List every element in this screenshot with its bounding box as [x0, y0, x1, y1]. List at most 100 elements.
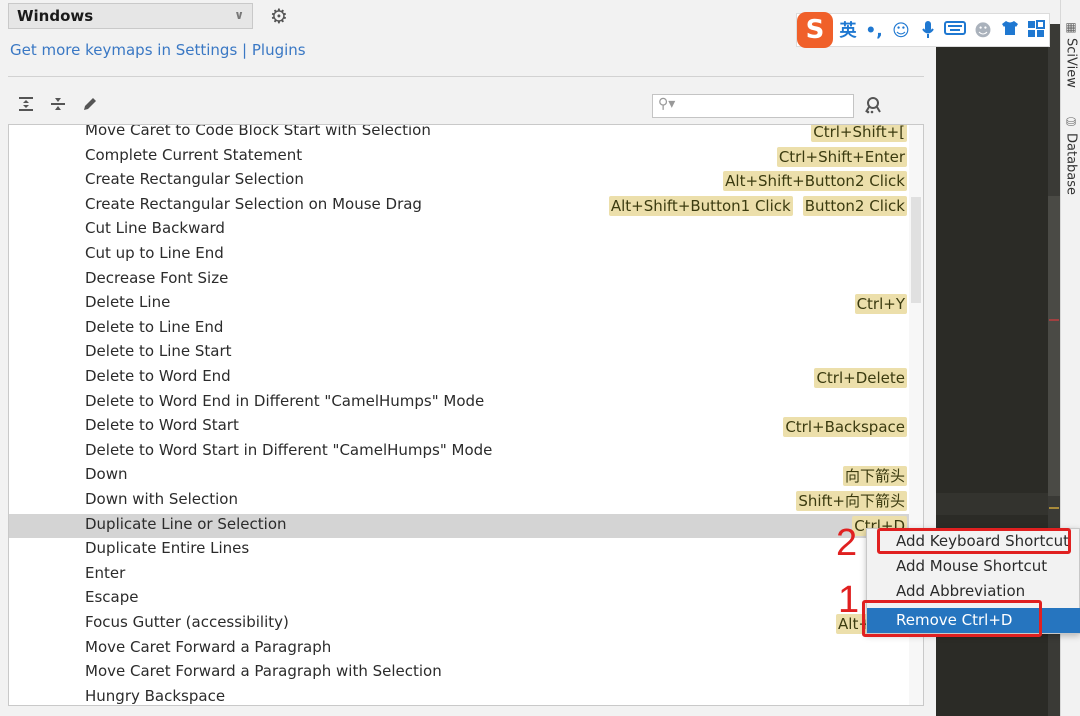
skin-icon[interactable] — [999, 20, 1021, 42]
action-name: Enter — [85, 563, 126, 582]
emoji-icon[interactable]: ☺ — [889, 20, 913, 42]
annotation-box-1 — [862, 600, 1042, 637]
action-row[interactable]: Down 向下箭头 — [9, 464, 909, 489]
action-row[interactable]: Move Caret to Code Block Start with Sele… — [9, 124, 909, 145]
collapse-all-icon[interactable] — [48, 95, 68, 115]
action-row[interactable]: Move Caret Forward a Paragraph with Sele… — [9, 661, 909, 686]
actions-table: Move Caret to Code Block Start with Sele… — [8, 124, 924, 706]
action-name: Create Rectangular Selection — [85, 170, 304, 189]
action-row[interactable]: Focus Gutter (accessibility)Alt+Shift — [9, 612, 909, 637]
language-toggle[interactable]: 英 — [837, 20, 859, 42]
action-name: Move Caret to Code Block Start with Sele… — [85, 124, 431, 139]
annotation-box-2 — [877, 528, 1071, 554]
shortcut-badge: Button2 Click — [802, 195, 907, 216]
action-shortcuts: Ctrl+Delete — [814, 368, 907, 388]
link-separator: | — [237, 41, 252, 59]
annotation-number-1: 1 — [838, 579, 860, 621]
shortcut-badge: Ctrl+Y — [854, 294, 907, 315]
shortcut-badge: Ctrl+Delete — [814, 368, 907, 388]
gear-icon[interactable]: ⚙ — [268, 5, 290, 27]
pencil-icon[interactable] — [80, 95, 100, 115]
action-name: Delete to Word End in Different "CamelHu… — [85, 391, 485, 410]
action-row[interactable]: Delete to Word Start in Different "Camel… — [9, 440, 909, 465]
action-row[interactable]: Delete Line Ctrl+Y — [9, 292, 909, 317]
settings-link[interactable]: Get more keymaps in Settings — [10, 41, 237, 59]
action-shortcuts: Shift+向下箭头 — [796, 491, 907, 511]
action-name: Delete to Word Start — [85, 416, 239, 435]
get-more-keymaps-link: Get more keymaps in Settings | Plugins — [10, 41, 306, 59]
tool-window-label: Database — [1063, 133, 1079, 196]
action-name: Cut Line Backward — [85, 219, 225, 238]
find-by-shortcut-icon[interactable] — [862, 95, 884, 117]
action-name: Delete to Word End — [85, 367, 231, 385]
tool-window-label: SciView — [1063, 38, 1079, 88]
ime-toolbar: S 英 •, ☺ ☻ — [796, 12, 1050, 48]
shortcut-badge: Ctrl+Shift+[ — [811, 124, 907, 142]
search-icon: ⚲▾ — [658, 96, 676, 112]
action-name: Delete to Line End — [85, 317, 224, 336]
action-shortcuts: Alt+Shift+Button1 Click Button2 Click — [608, 195, 907, 216]
database-icon: ⛁ — [1065, 115, 1077, 129]
action-row[interactable]: Move Caret Forward a Paragraph — [9, 637, 909, 662]
action-row[interactable]: Escape — [9, 587, 909, 612]
keymap-dropdown-value: Windows — [17, 7, 94, 25]
action-name: Complete Current Statement — [85, 145, 303, 164]
action-row[interactable]: Duplicate Entire Lines — [9, 538, 909, 563]
action-name: Focus Gutter (accessibility) — [85, 613, 289, 631]
error-stripe-mark — [1049, 319, 1059, 321]
expand-all-icon[interactable] — [16, 95, 36, 115]
action-row[interactable]: Decrease Font Size — [9, 268, 909, 293]
action-row[interactable]: Down with Selection Shift+向下箭头 — [9, 489, 909, 514]
action-name: Duplicate Line or Selection — [85, 514, 287, 533]
action-name: Delete to Line Start — [85, 342, 232, 361]
action-name: Move Caret Forward a Paragraph with Sele… — [85, 662, 442, 681]
action-row[interactable]: Delete to Word End Ctrl+Delete — [9, 366, 909, 391]
search-field[interactable]: ⚲▾ — [652, 94, 854, 118]
action-row[interactable]: Delete to Word End in Different "CamelHu… — [9, 391, 909, 416]
keymap-dropdown[interactable]: Windows ∨ — [8, 3, 253, 29]
search-input[interactable] — [679, 97, 849, 115]
action-row[interactable]: Delete to Line Start — [9, 341, 909, 366]
action-row[interactable]: Hungry Backspace — [9, 686, 909, 705]
divider — [8, 76, 924, 77]
action-row[interactable]: Duplicate Line or Selection Ctrl+D — [9, 513, 909, 539]
table-scroll-thumb[interactable] — [911, 197, 921, 303]
action-row[interactable]: Delete to Line End — [9, 317, 909, 342]
action-row[interactable]: Cut Line Backward — [9, 218, 909, 243]
action-row[interactable]: Delete to Word Start Ctrl+Backspace — [9, 415, 909, 440]
action-name: Down — [85, 465, 128, 484]
user-icon[interactable]: ☻ — [971, 20, 995, 42]
action-row[interactable]: Cut up to Line End — [9, 243, 909, 268]
keyboard-icon[interactable] — [943, 20, 967, 42]
shortcut-badge: Shift+向下箭头 — [796, 491, 907, 511]
action-row[interactable]: Create Rectangular Selection Alt+Shift+Bu… — [9, 169, 909, 194]
action-name: Delete Line — [85, 293, 171, 312]
warning-stripe-mark — [1049, 507, 1059, 509]
action-name: Cut up to Line End — [85, 244, 224, 262]
action-name: Escape — [85, 588, 139, 607]
action-shortcuts: 向下箭头 — [842, 466, 907, 487]
action-name: Duplicate Entire Lines — [85, 539, 250, 558]
punctuation-toggle[interactable]: •, — [863, 20, 885, 42]
action-shortcuts: Ctrl+Shift+[ — [811, 124, 907, 142]
chevron-down-icon: ∨ — [234, 8, 244, 22]
annotation-number-2: 2 — [836, 522, 858, 564]
plugins-link[interactable]: Plugins — [252, 41, 306, 59]
action-name: Delete to Word Start in Different "Camel… — [85, 440, 493, 459]
tool-window-sciview[interactable]: ▦ SciView — [1061, 20, 1080, 88]
tool-window-database[interactable]: ⛁ Database — [1061, 115, 1080, 195]
action-shortcuts: Alt+Shift+Button2 Click — [723, 171, 907, 192]
editor-scroll-thumb[interactable] — [1048, 196, 1060, 496]
sogou-logo-icon[interactable]: S — [797, 12, 833, 48]
toolbox-icon[interactable] — [1025, 20, 1047, 42]
shortcut-badge: Alt+Shift+Button1 Click — [608, 195, 793, 216]
menu-item-add-mouse-shortcut[interactable]: Add Mouse Shortcut — [867, 554, 1080, 579]
action-row[interactable]: Enter — [9, 563, 909, 588]
action-name: Move Caret Forward a Paragraph — [85, 637, 332, 656]
microphone-icon[interactable] — [917, 20, 939, 42]
action-name: Decrease Font Size — [85, 268, 229, 287]
shortcut-badge: Ctrl+Backspace — [783, 417, 907, 438]
editor-highlight-band — [936, 493, 1060, 515]
action-row[interactable]: Complete Current Statement Ctrl+Shift+Ent… — [9, 145, 909, 170]
action-row[interactable]: Create Rectangular Selection on Mouse Dr… — [9, 194, 909, 219]
